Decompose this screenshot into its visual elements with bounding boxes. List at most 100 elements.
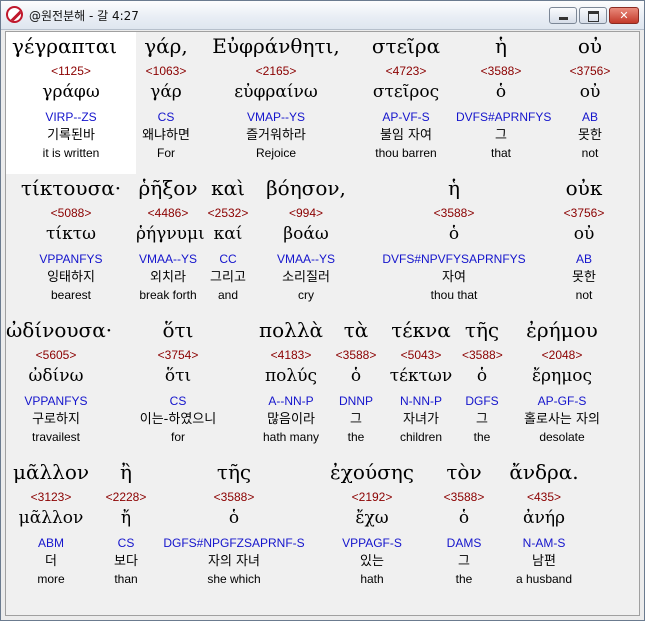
greek-word: ἡ: [495, 34, 507, 58]
korean-gloss: 그리고: [210, 270, 246, 285]
strong-number: <3123>: [30, 490, 72, 504]
greek-word: ἄνδρα.: [509, 460, 579, 484]
greek-word: τίκτουσα·: [20, 176, 122, 200]
korean-gloss: 그: [495, 128, 507, 143]
strong-number: <4183>: [270, 348, 312, 362]
korean-gloss: 못한: [578, 128, 602, 143]
lemma: πολύς: [264, 366, 318, 386]
english-gloss: not: [575, 288, 593, 302]
word-column[interactable]: τὸν <3588> ὁ DAMS 그 the: [432, 458, 496, 600]
lemma: ὁ: [228, 508, 240, 528]
greek-word: πολλὰ: [258, 318, 324, 342]
english-gloss: desolate: [539, 430, 585, 444]
morph-code: VPPANFYS: [24, 394, 88, 408]
morph-code: VMAA--YS: [276, 252, 335, 266]
greek-word: τῆς: [464, 318, 500, 342]
english-gloss: it is written: [42, 146, 100, 160]
korean-gloss: 많음이라: [267, 412, 315, 427]
morph-code: DAMS: [446, 536, 482, 550]
word-column[interactable]: Εὐφράνθητι, <2165> εὐφραίνω VMAP--YS 즐거워하라 Re…: [196, 32, 356, 174]
morph-code: N-NN-P: [400, 394, 442, 408]
english-gloss: than: [114, 572, 138, 586]
word-column[interactable]: τίκτουσα· <5088> τίκτω VPPANFYS 잉태하지 bearest: [6, 174, 136, 316]
greek-word: τὰ: [343, 318, 369, 342]
word-column[interactable]: στεῖρα <4723> στεῖρος AP-VF-S 불임 자여 thou barr…: [356, 32, 456, 174]
word-column[interactable]: τὰ <3588> ὁ DNNP 그 the: [332, 316, 380, 458]
morph-code: VMAP--YS: [246, 110, 305, 124]
strong-number: <4486>: [147, 206, 189, 220]
strong-number: <5088>: [50, 206, 92, 220]
strong-number: <2228>: [105, 490, 147, 504]
english-gloss: children: [399, 430, 443, 444]
minimize-button[interactable]: [549, 7, 577, 24]
close-button[interactable]: [609, 7, 639, 24]
korean-gloss: 자여: [442, 270, 466, 285]
strong-number: <3588>: [443, 490, 485, 504]
word-column[interactable]: καὶ <2532> καί CC 그리고 and: [200, 174, 256, 316]
word-column[interactable]: γάρ, <1063> γάρ CS 왜냐하면 For: [136, 32, 196, 174]
lemma: ῥήγνυμι: [136, 224, 205, 244]
strong-number: <3588>: [462, 348, 503, 362]
lemma: ἔχω: [355, 508, 389, 528]
greek-word: ἡ: [448, 176, 460, 200]
word-column[interactable]: ἐρήμου <2048> ἔρημος AP-GF-S 홀로사는 자의 desolate: [502, 316, 622, 458]
verse-line: ὠδίνουσα· <5605> ὠδίνω VPPANFYS 구로하지 travaile…: [6, 316, 639, 458]
korean-gloss: 있는: [360, 554, 384, 569]
korean-gloss: 홀로사는 자의: [524, 412, 600, 427]
word-column[interactable]: οὐ <3756> οὐ AB 못한 not: [546, 32, 634, 174]
greek-word: ὠδίνουσα·: [6, 318, 113, 342]
word-column[interactable]: ἄνδρα. <435> ἀνήρ N-AM-S 남편 a husband: [496, 458, 592, 600]
strong-number: <5605>: [35, 348, 77, 362]
greek-word: ἐρήμου: [526, 318, 598, 342]
morph-code: DNNP: [338, 394, 373, 408]
app-window: @원전분해 - 갈 4:27 γέγραπται <1125> γράφω VIRP-…: [0, 0, 645, 621]
strong-number: <3754>: [157, 348, 199, 362]
app-icon[interactable]: [6, 6, 23, 23]
korean-gloss: 남편: [532, 554, 556, 569]
lemma: ὁ: [495, 82, 507, 102]
word-column[interactable]: ῥῆξον <4486> ῥήγνυμι VMAA--YS 외치라 break forth: [136, 174, 205, 316]
english-gloss: a husband: [515, 572, 573, 586]
word-column[interactable]: οὐκ <3756> οὐ AB 못한 not: [552, 174, 616, 316]
word-column[interactable]: ἐχούσης <2192> ἔχω VPPAGF-S 있는 hath: [312, 458, 432, 600]
lemma: ὁ: [350, 366, 362, 386]
english-gloss: for: [170, 430, 185, 444]
word-column[interactable]: ὠδίνουσα· <5605> ὠδίνω VPPANFYS 구로하지 travaile…: [6, 316, 113, 458]
english-gloss: the: [347, 430, 365, 444]
english-gloss: not: [581, 146, 599, 160]
word-column[interactable]: ἡ <3588> ὁ DVFS#APRNFYS 그 that: [456, 32, 551, 174]
strong-number: <3588>: [213, 490, 255, 504]
lemma: ὁ: [458, 508, 470, 528]
word-column[interactable]: ὅτι <3754> ὅτι CS 이는-하였으니 for: [106, 316, 250, 458]
english-gloss: thou barren: [375, 146, 437, 160]
title-bar[interactable]: @원전분해 - 갈 4:27: [1, 1, 644, 30]
english-gloss: cry: [298, 288, 314, 302]
word-column[interactable]: τέκνα <5043> τέκτων N-NN-P 자녀가 children: [380, 316, 462, 458]
strong-number: <1063>: [145, 64, 187, 78]
word-column[interactable]: πολλὰ <4183> πολύς A--NN-P 많음이라 hath many: [250, 316, 332, 458]
verse-line: μᾶλλον <3123> μᾶλλον ABM 더 more ἢ <2228> ἤ CS 보다 th…: [6, 458, 639, 600]
english-gloss: thou that: [430, 288, 478, 302]
strong-number: <435>: [526, 490, 562, 504]
word-column[interactable]: ἡ <3588> ὁ DVFS#NPVFYSAPRNFYS 자여 thou that: [356, 174, 552, 316]
korean-gloss: 잉태하지: [47, 270, 95, 285]
maximize-button[interactable]: [579, 7, 607, 24]
korean-gloss: 그: [476, 412, 488, 427]
strong-number: <4723>: [385, 64, 427, 78]
word-column[interactable]: βόησον, <994> βοάω VMAA--YS 소리질러 cry: [256, 174, 356, 316]
greek-word: ῥῆξον: [138, 176, 198, 200]
morph-code: DVFS#NPVFYSAPRNFYS: [382, 252, 526, 266]
word-column[interactable]: γέγραπται <1125> γράφω VIRP--ZS 기록된바 it is wr…: [6, 32, 136, 174]
korean-gloss: 기록된바: [47, 128, 95, 143]
english-gloss: the: [455, 572, 473, 586]
word-column[interactable]: τῆς <3588> ὁ DGFS 그 the: [462, 316, 503, 458]
english-gloss: the: [473, 430, 491, 444]
word-column[interactable]: ἢ <2228> ἤ CS 보다 than: [96, 458, 156, 600]
english-gloss: For: [157, 146, 175, 160]
word-column[interactable]: μᾶλλον <3123> μᾶλλον ABM 더 more: [6, 458, 96, 600]
korean-gloss: 보다: [114, 554, 138, 569]
morph-code: VIRP--ZS: [45, 110, 97, 124]
word-column[interactable]: τῆς <3588> ὁ DGFS#NPGFZSAPRNF-S 자의 자녀 she whi…: [156, 458, 312, 600]
morph-code: CC: [219, 252, 237, 266]
lemma: γράφω: [42, 82, 100, 102]
